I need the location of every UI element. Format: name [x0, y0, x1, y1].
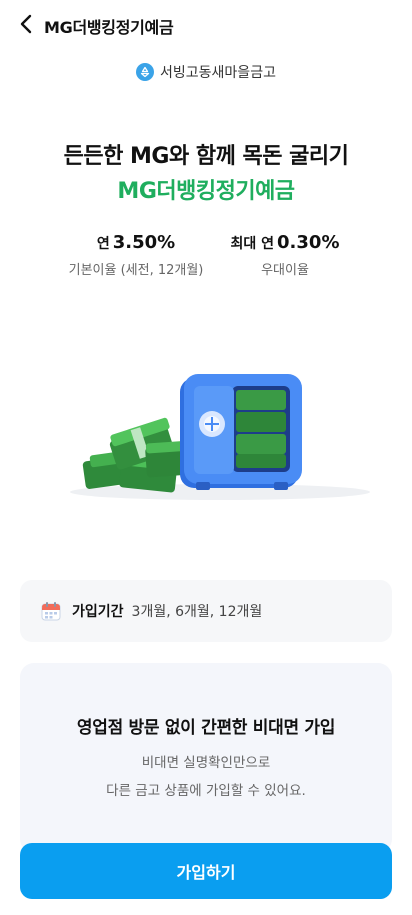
subscription-period-card: 가입기간 3개월, 6개월, 12개월 — [20, 580, 392, 642]
back-button[interactable] — [14, 12, 38, 36]
branch-info: 서빙고동새마을금고 — [0, 62, 412, 82]
app-header: MG더뱅킹정기예금 — [0, 0, 412, 48]
base-rate-prefix: 연 — [96, 236, 110, 252]
bonus-rate-caption: 우대이율 — [261, 263, 309, 278]
recycle-icon — [136, 63, 155, 81]
calendar-icon — [41, 602, 61, 621]
chevron-left-icon — [20, 14, 32, 34]
info-description-line-2: 다른 금고 상품에 가입할 수 있어요. — [106, 783, 306, 799]
subscribe-button[interactable]: 가입하기 — [20, 843, 392, 899]
money-stack-icon — [82, 417, 193, 493]
page-title: MG더뱅킹정기예금 — [44, 18, 174, 37]
safe-icon — [180, 374, 302, 490]
product-name: MG더뱅킹정기예금 — [117, 179, 295, 204]
bonus-rate-prefix: 최대 연 — [230, 236, 275, 252]
base-rate-caption: 기본이율 (세전, 12개월) — [68, 263, 204, 278]
info-description-line-1: 비대면 실명확인만으로 — [141, 755, 271, 771]
bonus-rate-value: 0.30% — [277, 232, 340, 253]
branch-name: 서빙고동새마을금고 — [160, 65, 276, 81]
non-face-to-face-info-card: 영업점 방문 없이 간편한 비대면 가입 비대면 실명확인만으로 다른 금고 상… — [20, 663, 392, 853]
bonus-rate: 최대 연 0.30% 우대이율 — [210, 232, 360, 278]
safe-with-money-illustration — [70, 374, 370, 500]
info-title: 영업점 방문 없이 간편한 비대면 가입 — [76, 718, 336, 738]
headline: 든든한 MG와 함께 목돈 굴리기 — [63, 144, 349, 169]
period-value: 3개월, 6개월, 12개월 — [131, 604, 263, 620]
base-rate-value: 3.50% — [112, 232, 176, 253]
period-label: 가입기간 — [72, 604, 124, 620]
base-rate: 연 3.50% 기본이율 (세전, 12개월) — [56, 232, 216, 278]
